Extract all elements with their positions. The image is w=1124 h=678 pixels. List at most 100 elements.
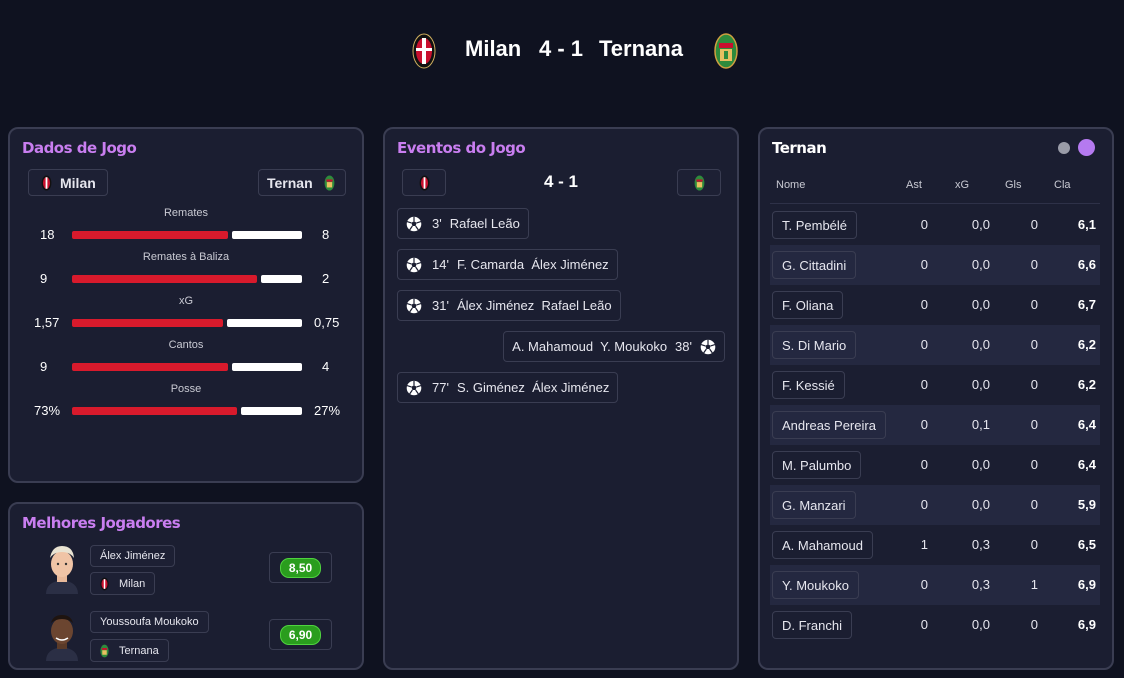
player-team-chip[interactable]: Ternana	[90, 639, 169, 662]
table-row[interactable]: Andreas Pereira 0 0,1 0 6,4	[770, 405, 1100, 445]
match-score: 4 - 1	[539, 36, 584, 61]
stat-home-bar	[72, 275, 257, 283]
stat-away-bar	[241, 407, 302, 415]
table-row[interactable]: D. Franchi 0 0,0 0 6,9	[770, 605, 1100, 645]
event-players: S. Giménez Álex Jiménez	[456, 380, 610, 395]
table-row[interactable]: T. Pembélé 0 0,0 0 6,1	[770, 205, 1100, 245]
stat-label: Remates à Baliza	[142, 251, 230, 263]
cell-xg: 0,0	[971, 337, 990, 352]
player-name-chip[interactable]: Y. Moukoko	[772, 571, 859, 599]
player-name-chip[interactable]: G. Cittadini	[772, 251, 857, 279]
match-event[interactable]: 77' S. Giménez Álex Jiménez	[397, 372, 619, 403]
player-name-chip[interactable]: Álex Jiménez	[90, 545, 176, 567]
cell-assists: 0	[920, 337, 928, 352]
player-rating: 8,50	[269, 552, 332, 583]
player-team: Ternana	[119, 644, 159, 657]
cell-assists: 0	[920, 257, 928, 272]
home-team-label: Milan	[60, 174, 96, 191]
football-icon	[406, 380, 422, 396]
cell-xg: 0,0	[971, 297, 990, 312]
ternana-crest-icon	[324, 174, 335, 191]
event-players: Álex Jiménez Rafael Leão	[456, 298, 612, 313]
cell-rating: 6,1	[1077, 217, 1096, 232]
panel-title: Dados de Jogo	[22, 139, 137, 157]
player-name-chip[interactable]: M. Palumbo	[772, 451, 862, 479]
football-icon	[700, 339, 716, 355]
player-team: Milan	[119, 577, 146, 590]
match-event[interactable]: A. Mahamoud Y. Moukoko 38'	[503, 331, 725, 362]
ternana-crest-icon	[694, 174, 705, 191]
table-divider	[770, 203, 1100, 204]
player-team-chip[interactable]: Milan	[90, 572, 156, 595]
milan-crest-icon[interactable]	[412, 33, 436, 69]
cell-rating: 5,9	[1077, 497, 1096, 512]
player-name-chip[interactable]: Youssoufa Moukoko	[90, 611, 209, 633]
cell-rating: 6,6	[1077, 257, 1096, 272]
away-team-chip[interactable]	[677, 169, 721, 196]
team-toggle-active[interactable]	[1078, 139, 1095, 156]
column-header-xg[interactable]: xG	[955, 179, 969, 191]
cell-rating: 6,5	[1077, 537, 1096, 552]
player-name-chip[interactable]: S. Di Mario	[772, 331, 857, 359]
player-name-chip[interactable]: G. Manzari	[772, 491, 856, 519]
match-stats-panel: Dados de Jogo Milan Ternan Remates 18 8 Rem…	[8, 127, 364, 483]
cell-assists: 0	[920, 217, 928, 232]
cell-xg: 0,0	[971, 617, 990, 632]
player-name-chip[interactable]: F. Kessié	[772, 371, 845, 399]
stat-home-value: 9	[40, 271, 48, 286]
event-minute: 3'	[432, 216, 442, 231]
cell-goals: 0	[1030, 457, 1038, 472]
football-icon	[406, 216, 422, 232]
table-row[interactable]: G. Manzari 0 0,0 0 5,9	[770, 485, 1100, 525]
column-header-assists[interactable]: Ast	[906, 179, 922, 191]
cell-assists: 1	[920, 537, 928, 552]
cell-xg: 0,0	[971, 497, 990, 512]
cell-assists: 0	[920, 577, 928, 592]
stat-home-value: 1,57	[34, 315, 60, 330]
cell-rating: 6,2	[1077, 337, 1096, 352]
away-team-chip[interactable]: Ternan	[258, 169, 346, 196]
match-header: Milan 4 - 1 Ternana	[0, 0, 1124, 100]
match-event[interactable]: 31' Álex Jiménez Rafael Leão	[397, 290, 621, 321]
table-row[interactable]: F. Kessié 0 0,0 0 6,2	[770, 365, 1100, 405]
cell-goals: 1	[1030, 577, 1038, 592]
table-row[interactable]: G. Cittadini 0 0,0 0 6,6	[770, 245, 1100, 285]
team-toggle-inactive[interactable]	[1058, 142, 1070, 154]
milan-crest-icon	[100, 577, 109, 591]
player-name-chip[interactable]: A. Mahamoud	[772, 531, 873, 559]
stat-home-bar	[72, 363, 228, 371]
match-event[interactable]: 14' F. Camarda Álex Jiménez	[397, 249, 618, 280]
column-header-goals[interactable]: Gls	[1005, 179, 1022, 191]
table-row[interactable]: S. Di Mario 0 0,0 0 6,2	[770, 325, 1100, 365]
stat-away-value: 0,75	[314, 315, 340, 330]
stat-home-bar	[72, 407, 237, 415]
home-team-name[interactable]: Milan	[465, 36, 521, 62]
football-icon	[406, 257, 422, 273]
team-players-panel: Ternan Nome Ast xG Gls Cla T. Pembélé 0 0,…	[758, 127, 1114, 670]
player-name-chip[interactable]: Andreas Pereira	[772, 411, 886, 439]
player-name-chip[interactable]: F. Oliana	[772, 291, 844, 319]
player-name-chip[interactable]: T. Pembélé	[772, 211, 858, 239]
rating-badge: 6,90	[279, 624, 322, 645]
player-avatar-icon	[42, 542, 82, 594]
table-row[interactable]: M. Palumbo 0 0,0 0 6,4	[770, 445, 1100, 485]
cell-xg: 0,0	[971, 257, 990, 272]
table-row[interactable]: A. Mahamoud 1 0,3 0 6,5	[770, 525, 1100, 565]
column-header-rating[interactable]: Cla	[1054, 179, 1071, 191]
stat-label: Posse	[170, 383, 202, 395]
match-event[interactable]: 3' Rafael Leão	[397, 208, 529, 239]
panel-title: Ternan	[772, 139, 827, 157]
cell-assists: 0	[920, 417, 928, 432]
player-name-chip[interactable]: D. Franchi	[772, 611, 852, 639]
cell-xg: 0,0	[971, 377, 990, 392]
cell-rating: 6,7	[1077, 297, 1096, 312]
home-team-chip[interactable]: Milan	[28, 169, 108, 196]
table-row[interactable]: F. Oliana 0 0,0 0 6,7	[770, 285, 1100, 325]
ternana-crest-icon[interactable]	[714, 33, 738, 69]
table-row[interactable]: Y. Moukoko 0 0,3 1 6,9	[770, 565, 1100, 605]
player-name: Álex Jiménez	[100, 550, 166, 562]
cell-assists: 0	[920, 617, 928, 632]
away-team-name[interactable]: Ternana	[599, 36, 683, 62]
column-header-name[interactable]: Nome	[776, 179, 805, 191]
cell-rating: 6,9	[1077, 617, 1096, 632]
